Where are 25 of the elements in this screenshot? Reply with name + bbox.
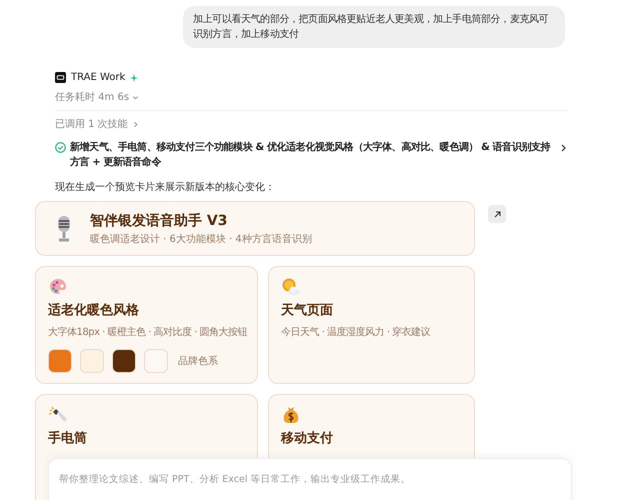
- swatch-label: 品牌色系: [178, 354, 218, 368]
- intro-text: 现在生成一个预览卡片来展示新版本的核心变化：: [55, 180, 276, 194]
- skills-used[interactable]: 已调用 1 次技能: [55, 117, 128, 131]
- message-field[interactable]: 帮你整理论文综述、编写 PPT、分析 Excel 等日常工作，输出专业级工作成果。: [59, 474, 561, 485]
- sun-cloud-icon: [281, 277, 302, 297]
- chevron-right-icon[interactable]: [559, 144, 567, 152]
- feature-title: 适老化暖色风格: [48, 302, 140, 319]
- feature-title: 天气页面: [281, 302, 334, 319]
- chevron-down-icon[interactable]: [132, 94, 140, 100]
- preview-subtitle: 暖色调适老设计 · 6大功能模块 · 4种方言语音识别: [90, 232, 312, 246]
- palette-icon: [48, 277, 68, 297]
- sparkle-icon: [130, 74, 138, 82]
- user-message: 加上可以看天气的部分，把页面风格更贴近老人更美观，加上手电筒部分，麦克风可识别方言，加上移动支付: [183, 6, 565, 48]
- arrow-up-right-icon: [492, 210, 502, 218]
- app-logo-icon: [55, 72, 66, 83]
- feature-description: 今日天气 · 温度湿度风力 · 穿衣建议: [281, 326, 432, 339]
- feature-description: 大字体18px · 暖橙主色 · 高对比度 · 圆角大按钮: [48, 326, 248, 339]
- task-summary[interactable]: 新增天气、手电筒、移动支付三个功能模块 & 优化适老化视觉风格（大字体、高对比、暖色调） & 语音识别支持方言 + 更新语音命令: [70, 140, 555, 170]
- task-duration[interactable]: 任务耗时 4m 6s: [55, 90, 130, 104]
- preview-title: 智伴银发语音助手 V3: [90, 212, 228, 230]
- feature-title: 移动支付: [281, 430, 334, 447]
- open-external-button[interactable]: [488, 205, 506, 223]
- assistant-name: TRAE Work: [71, 72, 126, 83]
- feature-title: 手电筒: [48, 430, 88, 447]
- message-input[interactable]: 帮你整理论文综述、编写 PPT、分析 Excel 等日常工作，输出专业级工作成果。: [48, 458, 572, 500]
